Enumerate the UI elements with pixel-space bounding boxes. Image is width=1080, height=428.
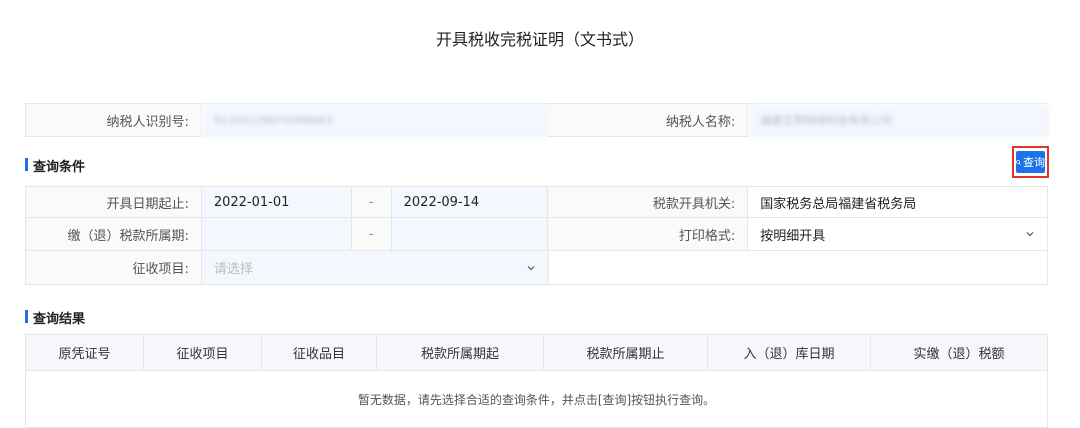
tax-period-from-input[interactable] (201, 218, 352, 251)
chevron-down-icon (1026, 232, 1034, 237)
tax-office-value: 国家税务总局福建省税务局 (748, 187, 1048, 218)
query-button-highlight: 查询 (1012, 146, 1049, 178)
taxpayer-id-label: 纳税人识别号: (26, 104, 202, 137)
condition-row-date: 开具日期起止: 2022-01-01 - 2022-09-14 税款开具机关: … (25, 186, 1048, 218)
levy-item-label: 征收项目: (26, 251, 202, 285)
page-title: 开具税收完税证明（文书式） (435, 30, 644, 49)
levy-item-placeholder: 请选择 (213, 262, 253, 277)
query-section-title: 查询条件 (25, 156, 85, 175)
tax-period-separator: - (351, 218, 392, 251)
tax-period-to-input[interactable] (391, 218, 549, 251)
column-header-period-end: 税款所属期止 (544, 335, 708, 370)
taxpayer-info-row: 纳税人识别号: 91350128070096663 纳税人名称: 福建互帮网络科… (25, 103, 1048, 137)
column-header-levy-sub-item: 征收品目 (262, 335, 377, 370)
condition-row-item: 征收项目: 请选择 (25, 251, 1048, 285)
tax-office-label: 税款开具机关: (548, 187, 749, 218)
date-range-separator: - (351, 187, 392, 218)
chevron-down-icon (527, 265, 534, 270)
taxpayer-id-value: 91350128070096663 (201, 104, 549, 137)
column-header-levy-item: 征收项目 (144, 335, 262, 370)
taxpayer-name-label: 纳税人名称: (548, 104, 749, 137)
column-header-paid-tax: 实缴（退）税额 (913, 347, 1005, 362)
date-range-label: 开具日期起止: (26, 187, 202, 218)
condition-row-period: 缴（退）税款所属期: - 打印格式: 按明细开具 (25, 218, 1048, 251)
date-to-input[interactable]: 2022-09-14 (391, 187, 549, 218)
tax-period-label: 缴（退）税款所属期: (26, 218, 202, 251)
print-format-value: 按明细开具 (760, 228, 826, 244)
results-table-header: 原凭证号 征收项目 征收品目 税款所属期起 税款所属期止 入（退）库日期 实缴（… (26, 335, 1047, 371)
print-format-select[interactable]: 按明细开具 (748, 218, 1048, 251)
taxpayer-name-value: 福建互帮网络科技有限公司 (748, 104, 1048, 137)
empty-cell (548, 251, 1048, 285)
search-icon (1016, 159, 1021, 165)
print-format-label: 打印格式: (548, 218, 749, 251)
column-header-storage-date: 入（退）库日期 (708, 335, 871, 370)
results-empty-message: 暂无数据，请先选择合适的查询条件，并点击[查询]按钮执行查询。 (357, 392, 716, 407)
column-header-voucher-no: 原凭证号 (26, 335, 144, 370)
levy-item-select[interactable]: 请选择 (201, 251, 549, 285)
results-section-title: 查询结果 (25, 308, 85, 327)
query-button[interactable]: 查询 (1016, 151, 1045, 173)
results-table: 原凭证号 征收项目 征收品目 税款所属期起 税款所属期止 入（退）库日期 实缴（… (25, 334, 1048, 428)
query-button-label: 查询 (1023, 156, 1045, 169)
column-header-period-start: 税款所属期起 (377, 335, 544, 370)
date-from-input[interactable]: 2022-01-01 (201, 187, 352, 218)
